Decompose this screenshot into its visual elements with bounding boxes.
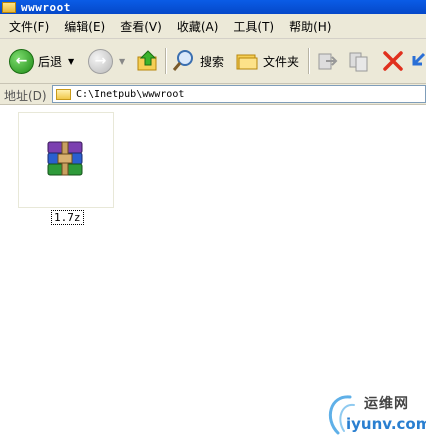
address-label: 地址(D) <box>4 89 47 103</box>
title-bar: wwwroot <box>0 0 426 14</box>
file-item[interactable]: 1.7z <box>18 112 114 225</box>
folder-icon <box>2 1 16 13</box>
address-input[interactable]: C:\Inetpub\wwwroot <box>52 85 426 103</box>
folders-icon <box>236 54 258 70</box>
menu-favorites[interactable]: 收藏(A) <box>177 18 219 35</box>
forward-dropdown-icon[interactable]: ▼ <box>119 57 125 66</box>
copy-to-icon <box>349 52 368 72</box>
window-title: wwwroot <box>21 0 71 14</box>
delete-icon <box>383 51 403 71</box>
up-folder-button[interactable] <box>136 47 160 75</box>
file-thumbnail[interactable] <box>18 112 114 208</box>
copy-to-button[interactable] <box>348 47 370 75</box>
menu-view[interactable]: 查看(V) <box>120 18 162 35</box>
menu-edit[interactable]: 编辑(E) <box>64 18 105 35</box>
undo-arrow-icon <box>412 52 426 66</box>
menu-tools[interactable]: 工具(T) <box>233 18 274 35</box>
back-arrow-icon: ← <box>9 48 34 74</box>
undo-button[interactable] <box>410 47 426 75</box>
delete-button[interactable] <box>382 47 404 75</box>
winrar-archive-icon <box>47 141 83 176</box>
up-folder-icon <box>137 50 157 71</box>
folders-button[interactable]: 文件夹 <box>235 47 299 75</box>
search-button[interactable]: 搜索 <box>172 47 224 75</box>
forward-arrow-icon: → <box>88 48 113 74</box>
move-to-button[interactable] <box>316 47 338 75</box>
back-label: 后退 <box>38 54 63 69</box>
folders-label: 文件夹 <box>263 54 300 69</box>
folder-icon <box>56 88 71 100</box>
search-icon <box>172 50 193 71</box>
back-button[interactable]: ← 后退 ▼ <box>9 47 74 75</box>
search-label: 搜索 <box>200 54 225 69</box>
file-name[interactable]: 1.7z <box>51 210 84 225</box>
forward-button[interactable]: → ▼ <box>88 47 125 75</box>
watermark-line2: iyunv.com <box>346 415 426 433</box>
move-to-icon <box>318 53 338 70</box>
menu-file[interactable]: 文件(F) <box>9 18 49 35</box>
back-dropdown-icon[interactable]: ▼ <box>68 57 74 66</box>
menu-help[interactable]: 帮助(H) <box>289 18 331 35</box>
watermark-line1: 运维网 <box>364 396 409 412</box>
toolbar: ← 后退 ▼ → ▼ 搜索 文件夹 <box>0 39 426 84</box>
address-bar: 地址(D) C:\Inetpub\wwwroot <box>0 84 426 105</box>
watermark-logo: 运维网 iyunv.com <box>320 387 426 439</box>
address-path: C:\Inetpub\wwwroot <box>76 88 185 100</box>
menu-bar: 文件(F) 编辑(E) 查看(V) 收藏(A) 工具(T) 帮助(H) <box>0 14 426 39</box>
